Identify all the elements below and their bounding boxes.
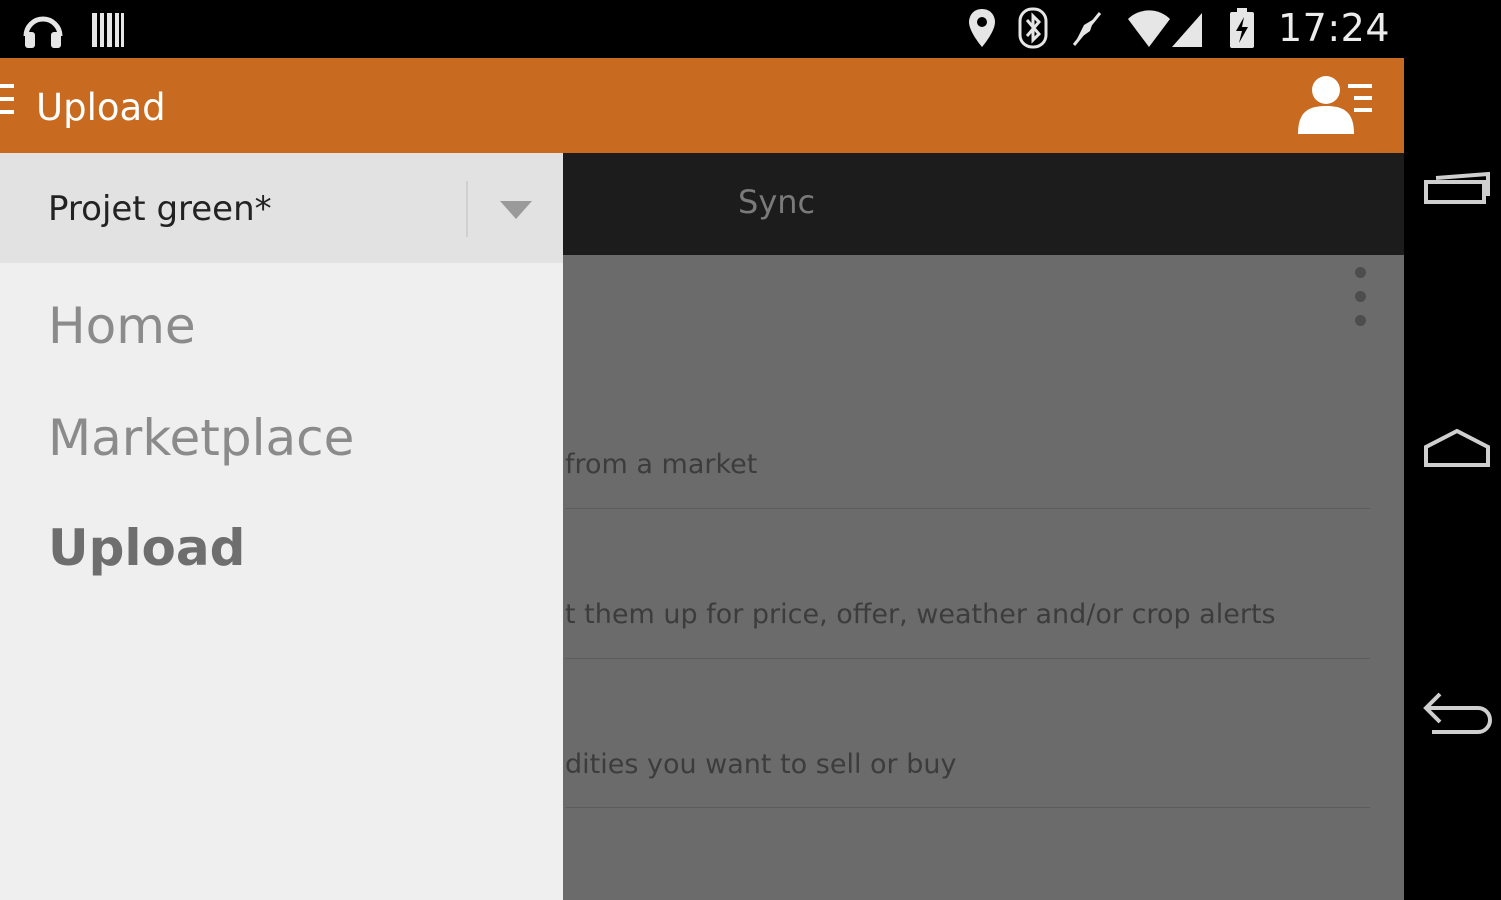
list-item[interactable] (565, 453, 1370, 509)
status-left-icons (22, 8, 124, 50)
list-item[interactable] (565, 509, 1370, 659)
drawer-item-upload[interactable]: Upload (48, 519, 245, 577)
list-item[interactable] (565, 659, 1370, 808)
project-selector-value: Projet green* (48, 189, 272, 229)
dropdown-arrow-icon[interactable] (500, 201, 532, 219)
tab-sync[interactable]: Sync (738, 183, 815, 221)
system-nav-bar (1404, 0, 1501, 900)
headphones-icon (23, 16, 63, 48)
status-right-icons: 17:24 (968, 6, 1390, 50)
status-bar: 17:24 (0, 0, 1404, 58)
account-list-icon[interactable] (1296, 74, 1376, 136)
recent-apps-icon[interactable] (1422, 168, 1492, 218)
mute-icon (1072, 12, 1102, 46)
overflow-menu-icon[interactable] (1355, 267, 1371, 327)
back-icon[interactable] (1422, 688, 1492, 738)
page-title: Upload (36, 86, 166, 129)
app-bar: Upload (0, 58, 1404, 153)
status-time: 17:24 (1277, 6, 1390, 50)
wifi-signal-icon (1127, 10, 1202, 48)
project-selector[interactable]: Projet green* (0, 153, 563, 263)
location-icon (968, 9, 995, 47)
divider (466, 181, 468, 237)
battery-charging-icon (1229, 8, 1254, 48)
bluetooth-icon (1018, 7, 1048, 49)
menu-icon[interactable] (0, 84, 14, 124)
drawer-item-home[interactable]: Home (48, 297, 196, 355)
navigation-drawer: Projet green* Home Marketplace Upload (0, 153, 563, 900)
home-icon[interactable] (1422, 425, 1492, 475)
barcode-icon (92, 13, 124, 47)
drawer-item-marketplace[interactable]: Marketplace (48, 409, 354, 467)
